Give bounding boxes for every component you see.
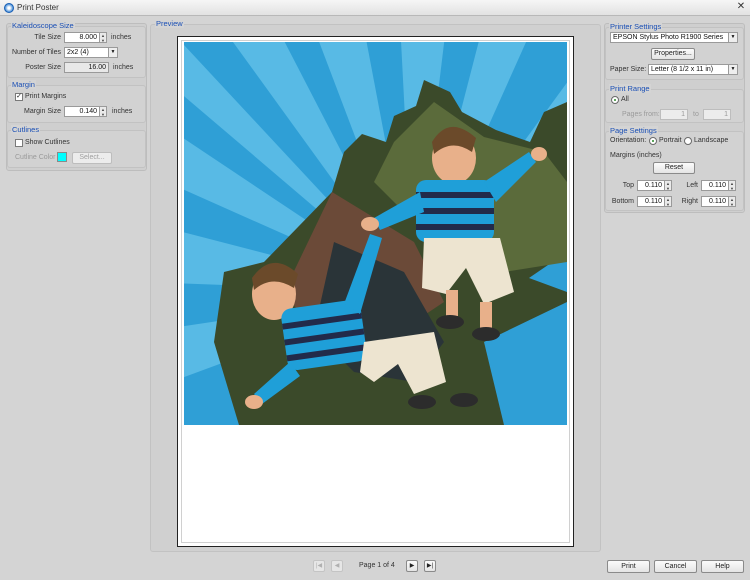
cutline-color-swatch bbox=[57, 152, 67, 162]
last-page-button[interactable]: ▶| bbox=[424, 560, 436, 572]
margin-group-label: Margin bbox=[11, 80, 36, 89]
first-page-button[interactable]: |◀ bbox=[313, 560, 325, 572]
show-cutlines-checkbox[interactable] bbox=[15, 139, 23, 147]
poster-size-unit: inches bbox=[113, 64, 134, 71]
top-margin-label: Top bbox=[622, 182, 634, 189]
pages-to-input[interactable]: 1 bbox=[703, 109, 731, 120]
bottom-margin-spin-icon[interactable]: ▲ ▼ bbox=[665, 196, 672, 207]
tile-size-input[interactable]: 8.000 bbox=[64, 32, 100, 43]
cutline-color-select-button[interactable]: Select... bbox=[72, 152, 112, 164]
tile-size-unit: inches bbox=[111, 34, 132, 41]
portrait-label[interactable]: Portrait bbox=[659, 137, 682, 144]
kaleidoscope-size-label: Kaleidoscope Size bbox=[11, 21, 75, 30]
title-bar: Print Poster ✕ bbox=[0, 0, 750, 16]
all-pages-radio[interactable] bbox=[611, 96, 619, 104]
print-range-label: Print Range bbox=[609, 84, 651, 93]
cutline-color-label: Cutline Color bbox=[15, 154, 56, 161]
left-margin-label: Left bbox=[686, 182, 698, 189]
margin-size-spin-icon[interactable]: ▲ ▼ bbox=[100, 106, 107, 117]
print-margins-label[interactable]: Print Margins bbox=[25, 93, 66, 100]
chevron-down-icon[interactable]: ▼ bbox=[108, 48, 117, 57]
number-of-tiles-value: 2x2 (4) bbox=[67, 49, 89, 56]
margins-inches-label: Margins (inches) bbox=[610, 152, 662, 159]
margin-size-input[interactable]: 0.140 bbox=[64, 106, 100, 117]
bottom-margin-input[interactable]: 0.110 bbox=[637, 196, 665, 207]
number-of-tiles-select[interactable]: 2x2 (4) ▼ bbox=[64, 47, 118, 58]
poster-size-field: 16.00 bbox=[64, 62, 109, 73]
right-margin-input[interactable]: 0.110 bbox=[701, 196, 729, 207]
poster-size-label: Poster Size bbox=[25, 64, 61, 71]
bottom-margin-label: Bottom bbox=[611, 198, 634, 205]
print-margins-checkbox[interactable]: ✓ bbox=[15, 93, 23, 101]
top-margin-spin-icon[interactable]: ▲ ▼ bbox=[665, 180, 672, 191]
show-cutlines-label[interactable]: Show Cutlines bbox=[25, 139, 70, 146]
printer-name: EPSON Stylus Photo R1900 Series bbox=[613, 34, 724, 41]
page-indicator: Page 1 of 4 bbox=[359, 562, 395, 569]
prev-page-button[interactable]: ◀ bbox=[331, 560, 343, 572]
poster-app-icon bbox=[4, 3, 14, 13]
printer-settings-label: Printer Settings bbox=[609, 22, 663, 31]
chevron-down-icon[interactable]: ▼ bbox=[728, 65, 737, 74]
page-settings-label: Page Settings bbox=[609, 126, 658, 135]
preview-group-label: Preview bbox=[155, 19, 184, 28]
next-page-button[interactable]: ▶ bbox=[406, 560, 418, 572]
left-margin-input[interactable]: 0.110 bbox=[701, 180, 729, 191]
all-pages-label[interactable]: All bbox=[621, 96, 629, 103]
properties-button[interactable]: Properties... bbox=[651, 48, 695, 60]
right-margin-spin-icon[interactable]: ▲ ▼ bbox=[729, 196, 736, 207]
paper-size-value: Letter (8 1/2 x 11 in) bbox=[651, 66, 714, 73]
cutlines-group-label: Cutlines bbox=[11, 125, 41, 134]
paper-size-select[interactable]: Letter (8 1/2 x 11 in) ▼ bbox=[648, 64, 738, 75]
portrait-radio[interactable] bbox=[649, 137, 657, 145]
reset-margins-button[interactable]: Reset bbox=[653, 162, 695, 174]
pages-from-label: Pages from: bbox=[622, 111, 660, 118]
right-child-shirt bbox=[416, 180, 494, 242]
margin-size-label: Margin Size bbox=[24, 108, 61, 115]
pages-to-label: to bbox=[693, 111, 699, 118]
top-margin-input[interactable]: 0.110 bbox=[637, 180, 665, 191]
left-margin-spin-icon[interactable]: ▲ ▼ bbox=[729, 180, 736, 191]
pages-from-input[interactable]: 1 bbox=[660, 109, 688, 120]
paper-size-label: Paper Size: bbox=[610, 66, 647, 73]
print-button[interactable]: Print bbox=[607, 560, 650, 573]
number-of-tiles-label: Number of Tiles bbox=[11, 49, 61, 56]
help-button[interactable]: Help bbox=[701, 560, 744, 573]
chevron-down-icon[interactable]: ▼ bbox=[728, 33, 737, 42]
tile-size-label: Tile Size bbox=[34, 34, 61, 41]
close-icon[interactable]: ✕ bbox=[735, 1, 747, 13]
margin-group bbox=[7, 85, 146, 123]
landscape-radio[interactable] bbox=[684, 137, 692, 145]
tile-size-spin-icon[interactable]: ▲ ▼ bbox=[100, 32, 107, 43]
poster-preview-image bbox=[184, 42, 567, 425]
landscape-label[interactable]: Landscape bbox=[694, 137, 728, 144]
right-margin-label: Right bbox=[681, 198, 698, 205]
margin-size-unit: inches bbox=[112, 108, 133, 115]
window-title: Print Poster bbox=[17, 3, 59, 12]
cancel-button[interactable]: Cancel bbox=[654, 560, 697, 573]
orientation-label: Orientation: bbox=[610, 137, 647, 144]
printer-select[interactable]: EPSON Stylus Photo R1900 Series ▼ bbox=[610, 32, 738, 43]
